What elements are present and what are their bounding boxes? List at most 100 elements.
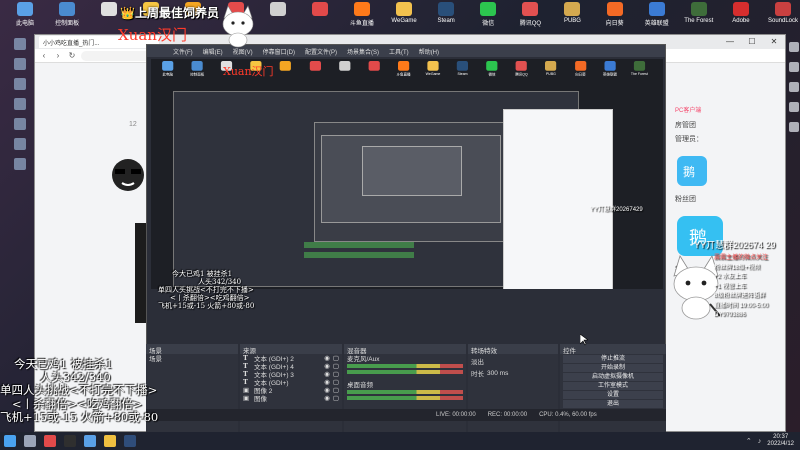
desktop-icon[interactable]: 微信 [467, 2, 509, 30]
desktop-icon[interactable]: 斗鱼直播 [341, 2, 383, 30]
desktop-icon[interactable]: PUBG [551, 2, 593, 30]
desktop-icon[interactable]: The Forest [625, 61, 654, 81]
desktop-icon[interactable]: 腾讯QQ [507, 61, 536, 81]
back-icon[interactable]: ‹ [39, 51, 49, 60]
badge-icon: 鹅 [677, 156, 707, 186]
visibility-eye-icon[interactable]: ◉ [324, 362, 330, 370]
lock-icon[interactable]: ▢ [333, 370, 339, 378]
visibility-eye-icon[interactable]: ◉ [324, 386, 330, 394]
stats-line: 单四人头挑战<不打完不下播> [0, 383, 158, 398]
source-item[interactable]: ▣ 图像 ◉ ▢ [240, 394, 342, 403]
obs-menu-item[interactable]: 工具(T) [389, 47, 409, 56]
lock-icon[interactable]: ▢ [333, 386, 339, 394]
edge-icon[interactable] [789, 122, 799, 132]
visibility-eye-icon[interactable]: ◉ [324, 370, 330, 378]
lock-icon[interactable]: ▢ [333, 394, 339, 402]
sidebar-app-icon[interactable] [14, 58, 26, 70]
edge-icon[interactable] [789, 82, 799, 92]
edge-icon[interactable] [789, 62, 799, 72]
desktop-icon[interactable]: Adobe [654, 61, 663, 81]
taskbar-app-3-icon[interactable] [84, 435, 96, 447]
maximize-button[interactable]: ☐ [741, 35, 763, 49]
sidebar-app-icon[interactable] [14, 78, 26, 90]
desktop-icon[interactable]: WeGame [418, 61, 447, 81]
taskbar-app-1-icon[interactable] [44, 435, 56, 447]
forward-icon[interactable]: › [53, 51, 63, 60]
taskbar-app-5-icon[interactable] [124, 435, 136, 447]
taskbar-search-icon[interactable] [24, 435, 36, 447]
live-status: LIVE: 00:00:00 [436, 412, 476, 418]
white-cat-mascot-icon [222, 5, 254, 48]
desktop-icon[interactable]: 向日葵 [566, 61, 595, 81]
pc-client-tag[interactable]: PC客户端 [675, 103, 765, 116]
transition-select[interactable]: 淡出 [468, 357, 558, 366]
lock-icon[interactable]: ▢ [333, 354, 339, 362]
sidebar-app-icon[interactable] [14, 98, 26, 110]
desktop-icon[interactable]: 斗鱼直播 [389, 61, 418, 81]
edge-icon[interactable] [789, 102, 799, 112]
desktop-icon[interactable]: 英雄联盟 [595, 61, 624, 81]
desktop-icon[interactable] [257, 2, 299, 30]
desktop-icon[interactable]: The Forest [678, 2, 720, 30]
desktop-icon[interactable]: 英雄联盟 [636, 2, 678, 30]
desktop-icon-label: 英雄联盟 [644, 21, 669, 27]
chevron-up-icon[interactable]: ⌃ [746, 437, 752, 445]
desktop-icon[interactable]: PUBG [536, 61, 565, 81]
control-button[interactable]: 工作室模式 [563, 382, 663, 390]
lock-icon[interactable]: ▢ [333, 362, 339, 370]
desktop-icon[interactable] [271, 61, 300, 81]
visibility-eye-icon[interactable]: ◉ [324, 394, 330, 402]
scene-item[interactable]: 场景 [146, 354, 238, 363]
refresh-icon[interactable]: ↻ [67, 51, 77, 60]
sidebar-app-icon[interactable] [14, 118, 26, 130]
desktop-icon[interactable]: Steam [425, 2, 467, 30]
sidebar-app-icon[interactable] [14, 138, 26, 150]
duration-value[interactable]: 300 ms [487, 370, 508, 377]
clock[interactable]: 20:37 2022/4/12 [767, 434, 794, 448]
obs-menu-item[interactable]: 帮助(H) [419, 47, 439, 56]
transition-type: 淡出 [471, 359, 484, 366]
desktop-icon[interactable] [300, 61, 329, 81]
desktop-icon[interactable] [299, 2, 341, 30]
visibility-eye-icon[interactable]: ◉ [324, 378, 330, 386]
transition-duration[interactable]: 时长 300 ms [468, 369, 558, 379]
desktop-icon[interactable] [359, 61, 388, 81]
control-button[interactable]: 停止推流 [563, 355, 663, 363]
speaker-icon[interactable]: ♪ [758, 438, 762, 445]
desktop-icon[interactable]: 控制面板 [46, 2, 88, 30]
obs-menu-item[interactable]: 场景集合(S) [347, 47, 379, 56]
desktop-icon[interactable]: 此电脑 [153, 61, 182, 81]
obs-menu-item[interactable]: 文件(F) [173, 47, 193, 56]
sidebar-app-icon[interactable] [14, 158, 26, 170]
desktop-icon[interactable]: WeGame [383, 2, 425, 30]
control-button[interactable]: 启动虚拟摄像机 [563, 373, 663, 381]
announcement-line: DY9793886 [714, 312, 746, 318]
desktop-icon-label: 腾讯QQ [515, 72, 528, 78]
desktop-icon[interactable]: 微信 [477, 61, 506, 81]
taskbar-app-4-icon[interactable] [104, 435, 116, 447]
visibility-eye-icon[interactable]: ◉ [324, 354, 330, 362]
minimize-button[interactable]: — [719, 35, 741, 49]
taskbar-start-icon[interactable] [4, 435, 16, 447]
desktop-icon[interactable]: 腾讯QQ [509, 2, 551, 30]
desktop-icon[interactable]: Adobe [720, 2, 762, 30]
mixer-track-label: 麦克风/Aux [347, 356, 380, 363]
sidebar-app-icon[interactable] [14, 38, 26, 50]
edge-icon[interactable] [789, 42, 799, 52]
desktop-icon[interactable]: 向日葵 [594, 2, 636, 30]
close-button[interactable]: ✕ [763, 35, 785, 49]
obs-menu-item[interactable]: 配置文件(P) [305, 47, 337, 56]
desktop-icon[interactable]: SoundLock [762, 2, 800, 30]
desktop-icon[interactable]: 控制面板 [182, 61, 211, 81]
control-button[interactable]: 开始录制 [563, 364, 663, 372]
taskbar-app-2-icon[interactable] [64, 435, 76, 447]
desktop-icon[interactable]: Steam [448, 61, 477, 81]
app-icon [59, 2, 76, 16]
control-button[interactable]: 退出 [563, 400, 663, 408]
desktop-icon[interactable] [330, 61, 359, 81]
lock-icon[interactable]: ▢ [333, 378, 339, 386]
obs-menu-item[interactable]: 停靠窗口(D) [263, 47, 295, 56]
app-icon [338, 61, 351, 71]
control-button[interactable]: 设置 [563, 391, 663, 399]
desktop-icon[interactable]: 此电脑 [4, 2, 46, 30]
